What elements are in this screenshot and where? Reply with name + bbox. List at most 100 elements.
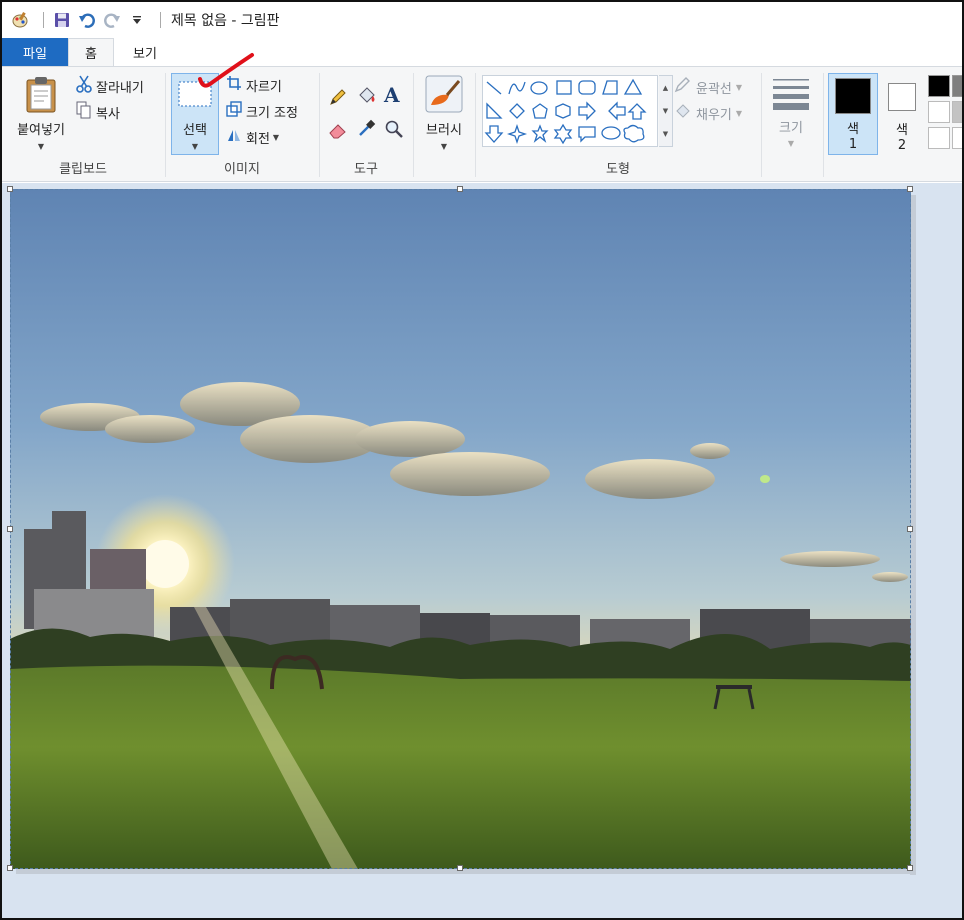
color2-label-line1: 색	[896, 123, 908, 138]
gallery-expand-icon[interactable]: ▼	[663, 130, 668, 138]
paste-button[interactable]: 붙여넣기 ▼	[10, 75, 72, 155]
undo-icon[interactable]	[77, 10, 97, 30]
color1-label-line2: 1	[848, 137, 858, 152]
outline-button[interactable]: 윤곽선 ▼	[674, 77, 742, 97]
outline-dropdown-icon[interactable]: ▼	[736, 83, 742, 92]
fill-dropdown-icon[interactable]: ▼	[736, 109, 742, 118]
size-label: 크기	[779, 121, 803, 136]
color-picker-icon[interactable]	[356, 119, 376, 143]
brushes-group: 브러시 ▼	[414, 67, 474, 181]
resize-button[interactable]: 크기 조정	[226, 101, 298, 121]
paste-label: 붙여넣기	[17, 123, 65, 138]
resize-handle[interactable]	[7, 186, 13, 192]
resize-handle[interactable]	[457, 186, 463, 192]
cut-button[interactable]: 잘라내기	[76, 75, 144, 97]
shapes-group-label: 도형	[606, 162, 630, 177]
quick-access-separator	[43, 12, 44, 28]
brushes-label: 브러시	[426, 123, 462, 138]
color2-swatch	[888, 83, 916, 111]
paste-dropdown-icon[interactable]: ▼	[38, 142, 44, 151]
size-dropdown-icon[interactable]: ▼	[788, 139, 794, 148]
scroll-up-icon[interactable]: ▲	[663, 84, 668, 92]
color1-label-line1: 색	[847, 122, 859, 137]
cut-label: 잘라내기	[96, 80, 144, 96]
canvas-workspace	[2, 183, 962, 918]
save-icon[interactable]	[52, 10, 72, 30]
color1-swatch	[835, 78, 871, 114]
resize-handle[interactable]	[907, 526, 913, 532]
copy-label: 복사	[96, 106, 120, 122]
select-label: 선택	[183, 123, 207, 138]
brushes-button[interactable]: 브러시 ▼	[420, 75, 468, 155]
brushes-dropdown-icon[interactable]: ▼	[441, 142, 447, 151]
tab-home[interactable]: 홈	[68, 38, 114, 66]
fill-label: 채우기	[696, 107, 732, 123]
fill-bucket-icon[interactable]	[356, 85, 378, 111]
color2-label-line2: 2	[897, 138, 907, 153]
tools-group: A 도구	[320, 67, 412, 181]
resize-handle[interactable]	[457, 865, 463, 871]
fill-icon	[674, 103, 692, 123]
red-checkmark-annotation	[198, 53, 254, 88]
tab-view[interactable]: 보기	[114, 38, 176, 66]
pencil-icon[interactable]	[328, 87, 348, 111]
customize-dropdown-icon[interactable]	[127, 10, 147, 30]
ribbon: 붙여넣기 ▼ 잘라내기 복사 클립보드 선택 ▼ 자르기 크기 조정 회전 ▼ …	[2, 53, 962, 182]
brush-icon	[425, 75, 463, 117]
outline-label: 윤곽선	[696, 81, 732, 97]
size-button[interactable]: 크기 ▼	[770, 77, 812, 148]
paint-window: 제목 없음 - 그림판 파일 홈 보기 붙여넣기 ▼ 잘라내기 복사 클립보드 …	[0, 0, 964, 920]
palette-swatch-empty[interactable]	[952, 127, 962, 149]
scissors-icon	[76, 75, 92, 97]
quick-access-toolbar	[10, 8, 169, 32]
title-bar: 제목 없음 - 그림판	[2, 2, 962, 38]
fill-button[interactable]: 채우기 ▼	[674, 103, 742, 123]
ribbon-tabs: 파일 홈 보기	[2, 38, 962, 66]
image-group-label: 이미지	[224, 162, 260, 177]
shapes-group: ▲ ▼ ▼ 윤곽선 ▼ 채우기 ▼ 도형	[476, 67, 760, 181]
colors-group: 색 1 색 2	[824, 67, 962, 181]
shapes-scroll[interactable]: ▲ ▼ ▼	[659, 75, 673, 147]
line-size-icon	[772, 77, 810, 115]
copy-icon	[76, 101, 92, 123]
redo-icon[interactable]	[102, 10, 122, 30]
scroll-down-icon[interactable]: ▼	[663, 107, 668, 115]
shapes-gallery-icons	[484, 78, 647, 145]
magnifier-icon[interactable]	[384, 119, 404, 143]
resize-handle[interactable]	[907, 865, 913, 871]
paste-icon	[24, 75, 58, 117]
palette-swatch-empty[interactable]	[928, 127, 950, 149]
select-dropdown-icon[interactable]: ▼	[192, 142, 198, 151]
tools-group-label: 도구	[354, 162, 378, 177]
resize-handle[interactable]	[7, 865, 13, 871]
paint-app-icon[interactable]	[10, 10, 30, 30]
selection-marquee	[10, 189, 911, 869]
window-title: 제목 없음 - 그림판	[171, 13, 280, 29]
palette-swatch-gray[interactable]	[952, 75, 962, 97]
resize-icon	[226, 101, 242, 121]
eraser-icon[interactable]	[328, 121, 348, 143]
outline-icon	[674, 77, 692, 97]
canvas[interactable]	[7, 186, 913, 871]
palette-swatch-white[interactable]	[928, 101, 950, 123]
resize-handle[interactable]	[7, 526, 13, 532]
clipboard-group-label: 클립보드	[59, 162, 107, 177]
resize-handle[interactable]	[907, 186, 913, 192]
size-group: 크기 ▼	[762, 67, 822, 181]
rotate-dropdown-icon[interactable]: ▼	[273, 133, 279, 142]
canvas-shadow	[16, 869, 916, 874]
resize-label: 크기 조정	[246, 105, 298, 121]
color1-button[interactable]: 색 1	[828, 73, 878, 155]
clipboard-group: 붙여넣기 ▼ 잘라내기 복사 클립보드	[2, 67, 164, 181]
title-separator	[160, 12, 161, 28]
rotate-button[interactable]: 회전 ▼	[226, 127, 279, 147]
tab-file[interactable]: 파일	[2, 38, 68, 66]
shapes-gallery[interactable]	[482, 75, 658, 147]
rotate-icon	[226, 127, 242, 147]
text-tool-icon[interactable]: A	[384, 83, 400, 107]
color2-button[interactable]: 색 2	[882, 73, 922, 155]
rotate-label: 회전	[246, 131, 270, 147]
copy-button[interactable]: 복사	[76, 101, 120, 123]
palette-swatch-silver[interactable]	[952, 101, 962, 123]
palette-swatch-black[interactable]	[928, 75, 950, 97]
